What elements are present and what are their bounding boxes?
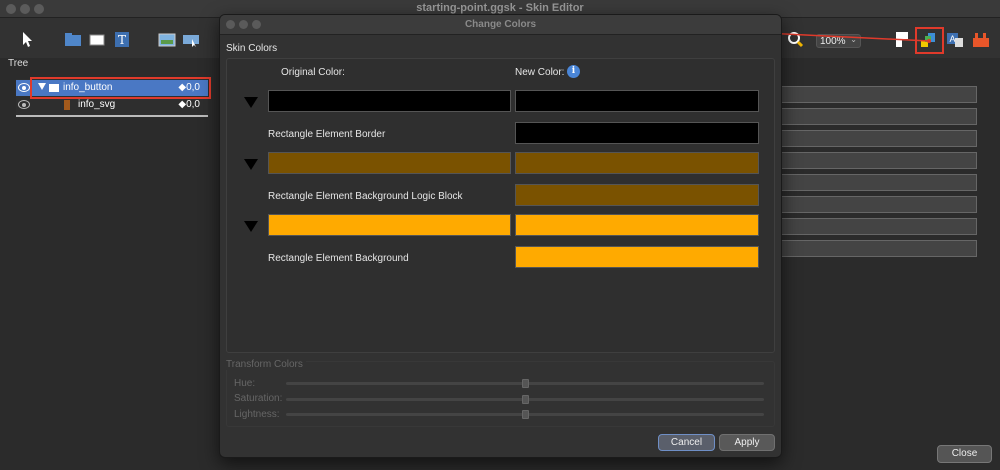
- zoom-value: 100%: [820, 36, 846, 47]
- select-tool-icon[interactable]: [18, 31, 36, 48]
- toolbar-annotation-box: [915, 27, 944, 54]
- property-field[interactable]: [781, 218, 977, 235]
- eye-icon[interactable]: [18, 83, 30, 92]
- tree-item-info-svg[interactable]: info_svg ◆0,0: [16, 97, 208, 113]
- saturation-label: Saturation:: [234, 393, 283, 404]
- original-color-header: Original Color:: [281, 67, 345, 78]
- folder-icon[interactable]: [64, 31, 82, 48]
- text-tool-icon[interactable]: T: [113, 31, 131, 48]
- new-color-swatch[interactable]: [515, 184, 759, 206]
- button-tool-icon[interactable]: [182, 31, 200, 48]
- expand-triangle-icon[interactable]: [244, 159, 258, 170]
- property-field[interactable]: [781, 240, 977, 257]
- tree-item-position: ◆0,0: [178, 99, 200, 110]
- tree-separator: [16, 115, 208, 117]
- transform-colors-label: Transform Colors: [226, 359, 306, 370]
- document-settings-icon[interactable]: [893, 31, 911, 48]
- property-field[interactable]: [781, 174, 977, 191]
- element-label: Rectangle Element Border: [268, 129, 386, 140]
- svg-element-icon: [64, 100, 70, 110]
- new-color-swatch[interactable]: [515, 246, 759, 268]
- dialog-title: Change Colors: [464, 19, 537, 30]
- eye-icon[interactable]: [18, 100, 30, 109]
- lightness-label: Lightness:: [234, 409, 280, 420]
- original-color-swatch: [268, 90, 511, 112]
- property-field[interactable]: [781, 86, 977, 103]
- hue-slider-thumb[interactable]: [522, 379, 529, 388]
- svg-text:T: T: [118, 33, 126, 47]
- cancel-button[interactable]: Cancel: [658, 434, 715, 451]
- change-colors-dialog: Change Colors Skin Colors Original Color…: [219, 14, 782, 458]
- transform-colors-group: [226, 361, 775, 427]
- dialog-titlebar: Change Colors: [220, 15, 781, 35]
- translate-icon[interactable]: A: [946, 31, 964, 48]
- plugin-icon[interactable]: [972, 31, 990, 48]
- expand-triangle-icon[interactable]: [244, 221, 258, 232]
- rectangle-tool-icon[interactable]: [88, 31, 106, 48]
- original-color-swatch: [268, 152, 511, 174]
- saturation-slider-thumb[interactable]: [522, 395, 529, 404]
- property-field[interactable]: [781, 108, 977, 125]
- new-color-header: New Color:: [515, 67, 565, 78]
- tree-annotation-box: [30, 77, 211, 99]
- apply-button[interactable]: Apply: [719, 434, 775, 451]
- element-label: Rectangle Element Background Logic Block: [268, 191, 463, 202]
- element-label: Rectangle Element Background: [268, 253, 409, 264]
- property-field[interactable]: [781, 130, 977, 147]
- zoom-select[interactable]: 100% ⌄: [816, 34, 861, 48]
- close-button[interactable]: Close: [937, 445, 992, 463]
- tree-item-label: info_svg: [78, 99, 116, 110]
- new-color-swatch[interactable]: [515, 90, 759, 112]
- property-field[interactable]: [781, 152, 977, 169]
- svg-text:A: A: [949, 34, 955, 44]
- new-color-swatch[interactable]: [515, 214, 759, 236]
- tree-panel-label: Tree: [8, 58, 29, 69]
- lightness-slider-thumb[interactable]: [522, 410, 529, 419]
- original-color-swatch: [268, 214, 511, 236]
- skin-colors-label: Skin Colors: [226, 43, 278, 54]
- new-color-swatch[interactable]: [515, 152, 759, 174]
- new-color-swatch[interactable]: [515, 122, 759, 144]
- zoom-icon[interactable]: [786, 31, 804, 48]
- hue-label: Hue:: [234, 378, 256, 389]
- chevron-down-icon: ⌄: [850, 35, 857, 44]
- info-icon[interactable]: i: [567, 65, 580, 78]
- window-title: starting-point.ggsk - Skin Editor: [416, 2, 584, 14]
- property-field[interactable]: [781, 196, 977, 213]
- expand-triangle-icon[interactable]: [244, 97, 258, 108]
- image-tool-icon[interactable]: [158, 31, 176, 48]
